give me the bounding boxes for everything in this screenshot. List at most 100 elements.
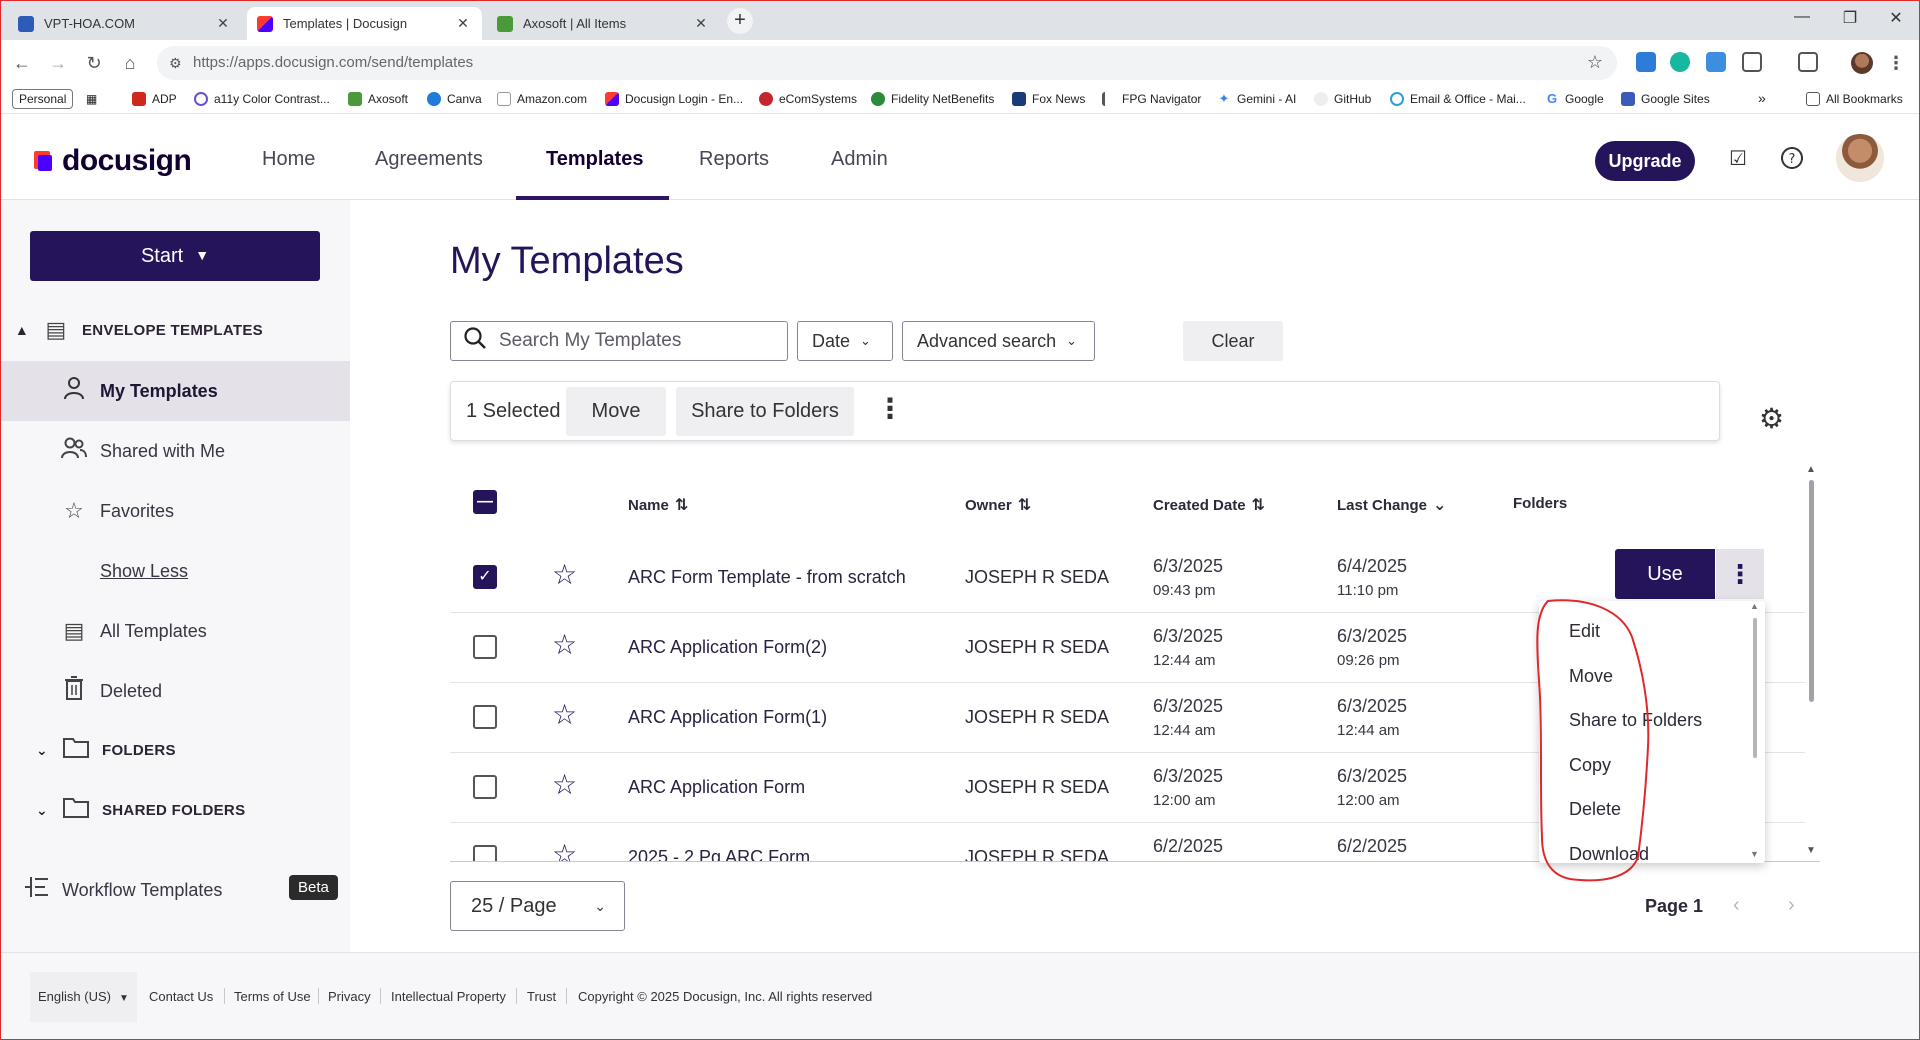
row-checkbox[interactable] [473, 705, 497, 729]
user-avatar[interactable] [1836, 134, 1884, 182]
row-more-actions-icon[interactable]: ⋮ [1716, 549, 1764, 599]
nav-home[interactable]: Home [262, 148, 315, 171]
close-tab-icon[interactable]: ✕ [692, 15, 710, 32]
date-filter-dropdown[interactable]: Date ⌄ [797, 321, 893, 361]
nav-reports[interactable]: Reports [699, 148, 769, 171]
advanced-search-dropdown[interactable]: Advanced search ⌄ [902, 321, 1095, 361]
menu-scrollbar[interactable] [1753, 618, 1757, 758]
upgrade-button[interactable]: Upgrade [1595, 141, 1695, 181]
use-template-button[interactable]: Use [1615, 549, 1715, 599]
bookmark-item[interactable]: ✦ Gemini - AI [1217, 92, 1297, 107]
bookmark-item[interactable]: ADP [132, 92, 177, 106]
language-selector[interactable]: English (US) ▼ [30, 972, 137, 1022]
sidebar-item-all-templates[interactable]: ▤ All Templates [0, 601, 350, 661]
site-settings-icon[interactable]: ⚙ [169, 55, 182, 72]
bookmark-item[interactable]: Canva [427, 92, 482, 106]
column-header-created-date[interactable]: Created Date ⇅ [1153, 495, 1265, 515]
new-tab-button[interactable]: + [727, 8, 753, 34]
sidebar-item-favorites[interactable]: ☆ Favorites [0, 481, 350, 541]
template-name-link[interactable]: ARC Application Form(1) [628, 707, 827, 728]
footer-link-contact-us[interactable]: Contact Us [149, 989, 213, 1004]
column-header-name[interactable]: Name ⇅ [628, 495, 688, 515]
footer-link-intellectual-property[interactable]: Intellectual Property [391, 989, 506, 1004]
menu-item-copy[interactable]: Copy [1569, 755, 1611, 776]
envelope-templates-section[interactable]: ▲ ▤ ENVELOPE TEMPLATES [0, 315, 350, 345]
bookmark-item[interactable]: eComSystems [759, 92, 857, 106]
template-name-link[interactable]: 2025 - 2 Pg ARC Form [628, 847, 810, 861]
bookmark-item[interactable]: GitHub [1314, 92, 1371, 106]
favorite-star-icon[interactable]: ☆ [552, 558, 577, 591]
browser-menu-icon[interactable]: ⋮ [1882, 49, 1910, 77]
browser-tab-vpt-hoa[interactable]: VPT-HOA.COM ✕ [8, 7, 242, 40]
nav-agreements[interactable]: Agreements [375, 148, 483, 171]
sidebar-item-my-templates[interactable]: My Templates [0, 361, 350, 421]
footer-link-privacy[interactable]: Privacy [328, 989, 371, 1004]
apps-grid-icon[interactable]: ▦ [86, 92, 97, 106]
footer-link-terms[interactable]: Terms of Use [234, 989, 311, 1004]
footer-link-trust[interactable]: Trust [527, 989, 556, 1004]
bookmark-item[interactable]: a11y Color Contrast... [194, 92, 330, 106]
extensions-puzzle-icon[interactable] [1742, 52, 1762, 72]
bulk-share-to-folders-button[interactable]: Share to Folders [676, 387, 854, 436]
reload-icon[interactable]: ↻ [80, 49, 108, 77]
bookmark-item[interactable]: Email & Office - Mai... [1390, 92, 1526, 106]
row-checkbox[interactable] [473, 635, 497, 659]
menu-item-move[interactable]: Move [1569, 666, 1613, 687]
template-name-link[interactable]: ARC Application Form [628, 777, 805, 798]
home-icon[interactable]: ⌂ [116, 49, 144, 77]
help-icon[interactable]: ? [1778, 146, 1806, 174]
bookmark-item[interactable]: Axosoft [348, 92, 408, 106]
scroll-down-arrow-icon[interactable]: ▼ [1806, 845, 1816, 856]
nav-templates[interactable]: Templates [546, 148, 643, 171]
nav-admin[interactable]: Admin [831, 148, 888, 171]
previous-page-icon[interactable]: ‹ [1733, 894, 1740, 917]
bookmark-item[interactable]: Fidelity NetBenefits [871, 92, 994, 106]
show-less-link[interactable]: Show Less [100, 561, 188, 582]
close-window-icon[interactable]: ✕ [1876, 8, 1916, 28]
profile-chip[interactable]: Personal [12, 89, 74, 109]
sidebar-item-shared-with-me[interactable]: Shared with Me [0, 421, 350, 481]
menu-item-delete[interactable]: Delete [1569, 799, 1621, 820]
bookmark-item[interactable]: Docusign Login - En... [605, 92, 743, 106]
table-scrollbar[interactable] [1809, 480, 1814, 702]
bookmark-item[interactable]: FPG Navigator [1102, 92, 1201, 106]
bookmark-item[interactable]: G Google [1545, 92, 1604, 107]
next-page-icon[interactable]: › [1788, 894, 1795, 917]
browser-tab-axosoft[interactable]: Axosoft | All Items ✕ [487, 7, 720, 40]
restore-icon[interactable]: ❐ [1830, 8, 1870, 28]
close-tab-icon[interactable]: ✕ [214, 15, 232, 32]
menu-item-edit[interactable]: Edit [1569, 621, 1600, 642]
bookmark-item[interactable]: Amazon.com [497, 92, 587, 106]
docusign-logo[interactable]: docusign [32, 144, 192, 178]
bookmark-item[interactable]: Google Sites [1621, 92, 1710, 106]
browser-tab-templates-docusign[interactable]: Templates | Docusign ✕ [247, 7, 482, 40]
shared-folders-section[interactable]: ⌄ SHARED FOLDERS [0, 795, 350, 825]
bulk-move-button[interactable]: Move [566, 387, 666, 436]
bookmark-item[interactable]: Fox News [1012, 92, 1085, 106]
favorite-star-icon[interactable]: ☆ [552, 698, 577, 731]
column-header-owner[interactable]: Owner ⇅ [965, 495, 1031, 515]
clear-button[interactable]: Clear [1183, 321, 1283, 361]
menu-item-download[interactable]: Download [1569, 844, 1649, 863]
favorite-star-icon[interactable]: ☆ [552, 768, 577, 801]
browser-profile-avatar[interactable] [1851, 52, 1873, 74]
more-actions-icon[interactable]: ⋮ [876, 392, 904, 425]
all-bookmarks[interactable]: All Bookmarks [1806, 92, 1903, 106]
bookmarks-overflow[interactable]: » [1758, 90, 1766, 106]
back-icon[interactable]: ← [8, 49, 36, 77]
scroll-up-arrow-icon[interactable]: ▲ [1750, 601, 1759, 611]
select-all-checkbox[interactable]: — [473, 490, 497, 514]
url-text[interactable]: https://apps.docusign.com/send/templates [193, 54, 473, 71]
bookmark-star-icon[interactable]: ☆ [1587, 52, 1603, 73]
menu-item-share-to-folders[interactable]: Share to Folders [1569, 710, 1702, 731]
row-checkbox[interactable] [473, 845, 497, 861]
tasks-checklist-icon[interactable]: ☑ [1724, 146, 1752, 174]
column-header-last-change[interactable]: Last Change ⌄ [1337, 495, 1446, 515]
extension-icon[interactable] [1706, 52, 1726, 72]
row-checkbox[interactable] [473, 775, 497, 799]
settings-gear-icon[interactable]: ⚙ [1759, 402, 1784, 435]
scroll-up-arrow-icon[interactable]: ▲ [1806, 464, 1816, 475]
sidebar-item-deleted[interactable]: Deleted [0, 661, 350, 721]
minimize-icon[interactable]: — [1782, 8, 1822, 26]
extension-icon[interactable] [1670, 52, 1690, 72]
